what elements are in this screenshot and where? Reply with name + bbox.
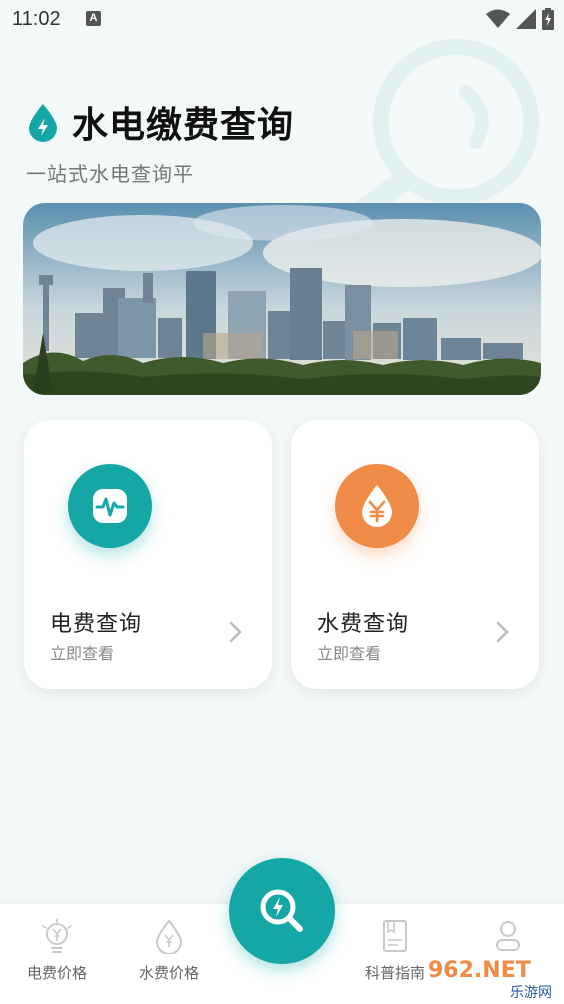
page-title: 水电缴费查询 — [72, 105, 295, 146]
city-banner — [23, 203, 541, 395]
watermark-top: 962.NET — [428, 958, 531, 983]
chevron-right-icon — [496, 621, 509, 643]
nav-label: 电费价格 — [26, 964, 87, 982]
header: 水电缴费查询 一站式水电查询平 — [26, 96, 446, 186]
notification-badge: A — [86, 11, 101, 26]
card-title: 电费查询 — [50, 612, 143, 637]
water-drop-bolt-icon — [29, 104, 57, 142]
yuan-drop-icon — [335, 464, 419, 548]
drop-yuan-icon — [155, 919, 183, 954]
electricity-query-card[interactable]: 电费查询 立即查看 — [24, 420, 272, 689]
signal-icon — [516, 9, 536, 29]
bulb-yuan-icon — [42, 918, 72, 953]
nav-label: 水费价格 — [138, 964, 199, 982]
wifi-icon — [486, 9, 510, 28]
battery-icon — [542, 8, 554, 30]
pulse-icon — [68, 464, 152, 548]
watermark-bottom: 乐游网 — [510, 985, 552, 1001]
user-icon — [496, 921, 520, 951]
book-icon — [383, 920, 407, 952]
card-subtitle: 立即查看 — [50, 644, 115, 663]
nav-item-electricity-price[interactable]: 电费价格 — [7, 904, 107, 1004]
search-fab-button[interactable] — [229, 858, 335, 964]
page-subtitle: 一站式水电查询平 — [26, 162, 194, 186]
status-time: 11:02 — [12, 8, 61, 30]
card-subtitle: 立即查看 — [317, 644, 382, 663]
card-title: 水费查询 — [317, 612, 410, 637]
nav-item-water-price[interactable]: 水费价格 — [119, 904, 219, 1004]
site-watermark: 962.NET 乐游网 — [428, 958, 552, 1001]
water-query-card[interactable]: 水费查询 立即查看 — [291, 420, 539, 689]
search-bolt-icon — [260, 889, 303, 932]
status-icons — [486, 8, 554, 30]
chevron-right-icon — [229, 621, 242, 643]
